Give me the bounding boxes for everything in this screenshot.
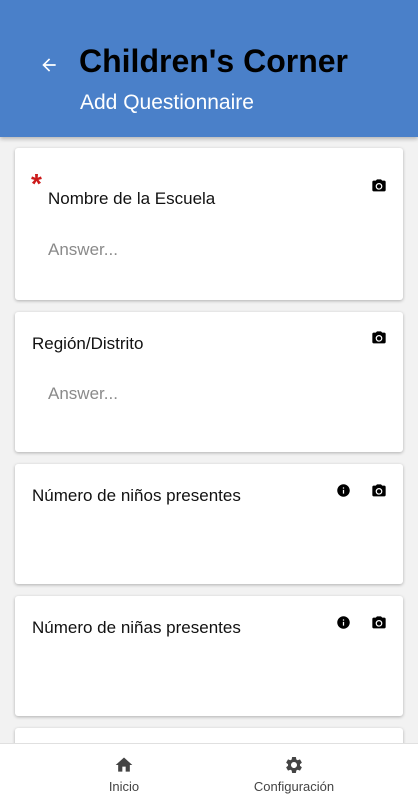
info-icon	[336, 483, 351, 503]
camera-icon	[371, 615, 387, 636]
gear-icon	[284, 754, 304, 776]
nav-item-inicio[interactable]: Inicio	[84, 744, 164, 800]
page-subtitle: Add Questionnaire	[80, 91, 254, 114]
camera-icon	[371, 483, 387, 504]
required-marker: *	[31, 168, 42, 199]
question-card-escuela: * Nombre de la Escuela	[15, 148, 403, 300]
bottom-navigation: Inicio Configuración	[0, 743, 418, 800]
question-card-ninas: Número de niñas presentes	[15, 596, 403, 716]
back-button[interactable]	[32, 50, 66, 84]
nav-label: Inicio	[108, 779, 140, 794]
question-card-partial	[15, 728, 403, 743]
question-label: Número de niñas presentes	[32, 618, 241, 637]
home-icon	[114, 754, 134, 776]
answer-input-region[interactable]	[48, 382, 348, 406]
info-button[interactable]	[333, 615, 353, 635]
question-label: Nombre de la Escuela	[48, 189, 216, 208]
questionnaire-list[interactable]: * Nombre de la Escuela Región/Distrito	[0, 137, 418, 743]
question-label: Número de niños presentes	[32, 486, 241, 505]
app-screen: Children's Corner Add Questionnaire * No…	[0, 0, 418, 800]
camera-icon	[371, 178, 387, 199]
camera-button[interactable]	[369, 178, 389, 198]
camera-button[interactable]	[369, 483, 389, 503]
camera-button[interactable]	[369, 330, 389, 350]
question-card-ninos: Número de niños presentes	[15, 464, 403, 584]
camera-button[interactable]	[369, 615, 389, 635]
info-icon	[336, 615, 351, 635]
nav-item-configuracion[interactable]: Configuración	[244, 744, 344, 800]
info-button[interactable]	[333, 483, 353, 503]
app-header: Children's Corner Add Questionnaire	[0, 0, 418, 137]
question-card-region: Región/Distrito	[15, 312, 403, 452]
question-label: Región/Distrito	[32, 334, 144, 353]
page-title: Children's Corner	[79, 43, 348, 79]
camera-icon	[371, 330, 387, 351]
answer-input-escuela[interactable]	[48, 238, 348, 262]
nav-label: Configuración	[253, 779, 335, 794]
arrow-left-icon	[39, 55, 59, 80]
